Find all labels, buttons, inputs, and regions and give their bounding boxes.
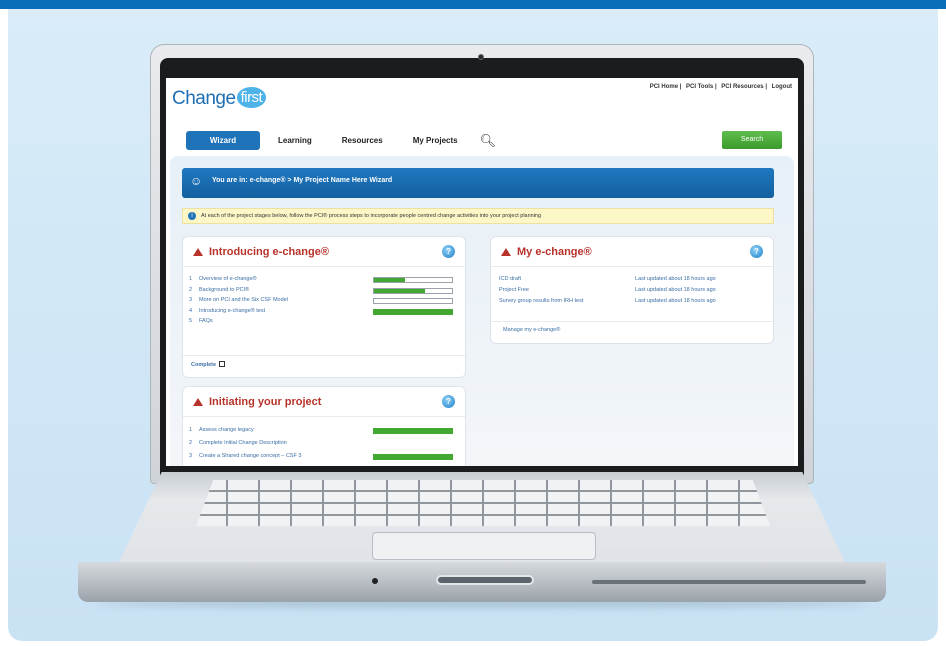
progress-fill (374, 429, 452, 433)
panel-header: Introducing e-change® ? (183, 237, 465, 267)
item-link[interactable]: Background to PCI® (199, 287, 249, 293)
panel-title: My e-change® (517, 246, 592, 258)
latch-button (436, 575, 534, 585)
triangle-icon (193, 398, 203, 406)
panel-header: My e-change® ? (491, 237, 773, 267)
item-updated: Last updated about 18 hours ago (635, 276, 716, 282)
panel-title: Introducing e-change® (209, 246, 329, 258)
info-icon: i (188, 212, 196, 220)
item-link[interactable]: Create a Shared change concept – CSF 3 (199, 453, 301, 459)
link-pci-home[interactable]: PCI Home (650, 84, 678, 90)
item-link[interactable]: More on PCI and the Six CSF Model (199, 297, 288, 303)
complete-checkbox[interactable] (219, 361, 226, 367)
divider (183, 355, 465, 356)
item-link[interactable]: Survey group results from IRH test (499, 298, 583, 304)
logo-accent: first (236, 87, 267, 108)
help-icon[interactable]: ? (750, 245, 763, 258)
item-number: 4 (189, 307, 193, 314)
help-icon[interactable]: ? (442, 245, 455, 258)
item-link[interactable]: Overview of e-change® (199, 276, 257, 282)
list-item[interactable]: 4 Introducing e-change® test (183, 308, 465, 319)
search-icon[interactable]: 🔍︎ (480, 133, 497, 149)
item-link[interactable]: Assess change legacy (199, 427, 254, 433)
webcam-icon (478, 54, 484, 60)
keyboard (196, 480, 770, 526)
panel-introducing: Introducing e-change® ? 1 Overview of e-… (182, 236, 466, 378)
info-bar: i At each of the project stages below, f… (182, 208, 774, 224)
manage-link[interactable]: Manage my e-change® (503, 327, 560, 333)
tab-wizard[interactable]: Wizard (186, 131, 260, 150)
item-number: 3 (189, 453, 193, 459)
laptop-screen: PCI Home | PCI Tools | PCI Resources | L… (166, 78, 798, 466)
list-item[interactable]: Survey group results from IRH test Last … (491, 298, 773, 309)
progress-bar (373, 308, 453, 315)
trackpad (372, 532, 596, 560)
progress-bar (373, 428, 453, 434)
triangle-icon (501, 248, 511, 256)
tab-resources[interactable]: Resources (330, 131, 395, 150)
progress-fill (374, 309, 452, 314)
progress-fill (374, 455, 452, 459)
person-icon: ☺ (190, 174, 203, 188)
list-item[interactable]: 1 Overview of e-change® (183, 276, 465, 287)
progress-fill (374, 288, 425, 293)
list-item[interactable]: Project Free Last updated about 18 hours… (491, 287, 773, 298)
link-logout[interactable]: Logout (772, 84, 792, 90)
tab-learning[interactable]: Learning (266, 131, 324, 150)
item-number: 3 (189, 297, 193, 303)
changefirst-logo[interactable]: Change first (172, 87, 267, 110)
item-link[interactable]: Introducing e-change® test (199, 308, 265, 314)
item-link[interactable]: FAQs (199, 318, 213, 324)
item-link[interactable]: Complete Initial Change Description (199, 440, 287, 446)
complete-label: Complete (191, 362, 217, 368)
panel-initiating: Initiating your project ? 1 Assess chang… (182, 386, 466, 466)
progress-bar (373, 298, 453, 304)
triangle-icon (193, 248, 203, 256)
search-button[interactable]: Search (722, 131, 782, 149)
item-number: 5 (189, 318, 193, 324)
complete-toggle[interactable]: Complete (191, 361, 226, 368)
top-banner (0, 0, 946, 9)
link-pci-resources[interactable]: PCI Resources (721, 84, 763, 90)
panel-header: Initiating your project ? (183, 387, 465, 417)
progress-bar (373, 277, 453, 283)
item-number: 1 (189, 276, 193, 282)
item-number: 2 (189, 440, 193, 446)
power-led-icon (372, 578, 378, 584)
item-link[interactable]: Project Free (499, 287, 529, 293)
tab-my-projects[interactable]: My Projects (401, 131, 470, 150)
item-updated: Last updated about 18 hours ago (635, 298, 716, 304)
my-list: ICD draft Last updated about 18 hours ag… (491, 276, 773, 309)
info-text: At each of the project stages below, fol… (201, 213, 542, 219)
list-item[interactable]: ICD draft Last updated about 18 hours ag… (491, 276, 773, 287)
panel-my-echange: My e-change® ? ICD draft Last updated ab… (490, 236, 774, 344)
list-item[interactable]: 5 FAQs (183, 318, 465, 329)
list-item[interactable]: 3 More on PCI and the Six CSF Model (183, 297, 465, 308)
intro-list: 1 Overview of e-change® 2 Background to … (183, 276, 465, 329)
divider (491, 321, 773, 322)
help-icon[interactable]: ? (442, 395, 455, 408)
utility-links: PCI Home | PCI Tools | PCI Resources | L… (649, 84, 792, 90)
initiating-list: 1 Assess change legacy 2 Complete Initia… (183, 427, 465, 466)
main-nav: Wizard Learning Resources My Projects 🔍︎ (186, 131, 496, 150)
list-item[interactable]: 2 Complete Initial Change Description (183, 440, 465, 453)
progress-fill (374, 278, 406, 282)
list-item[interactable]: 1 Assess change legacy (183, 427, 465, 440)
progress-bar (373, 287, 453, 294)
item-number: 1 (189, 427, 193, 433)
item-link[interactable]: ICD draft (499, 276, 521, 282)
progress-bar (373, 454, 453, 460)
panel-title: Initiating your project (209, 396, 322, 408)
breadcrumb-text: You are in: e-change® > My Project Name … (212, 177, 393, 184)
drive-slot (592, 580, 866, 584)
list-item[interactable]: 2 Background to PCI® (183, 287, 465, 298)
list-item[interactable]: 3 Create a Shared change concept – CSF 3 (183, 453, 465, 466)
item-updated: Last updated about 18 hours ago (635, 287, 716, 293)
link-pci-tools[interactable]: PCI Tools (686, 84, 713, 90)
breadcrumb: ☺ You are in: e-change® > My Project Nam… (182, 168, 774, 198)
logo-main: Change (172, 88, 236, 109)
item-number: 2 (189, 286, 193, 293)
